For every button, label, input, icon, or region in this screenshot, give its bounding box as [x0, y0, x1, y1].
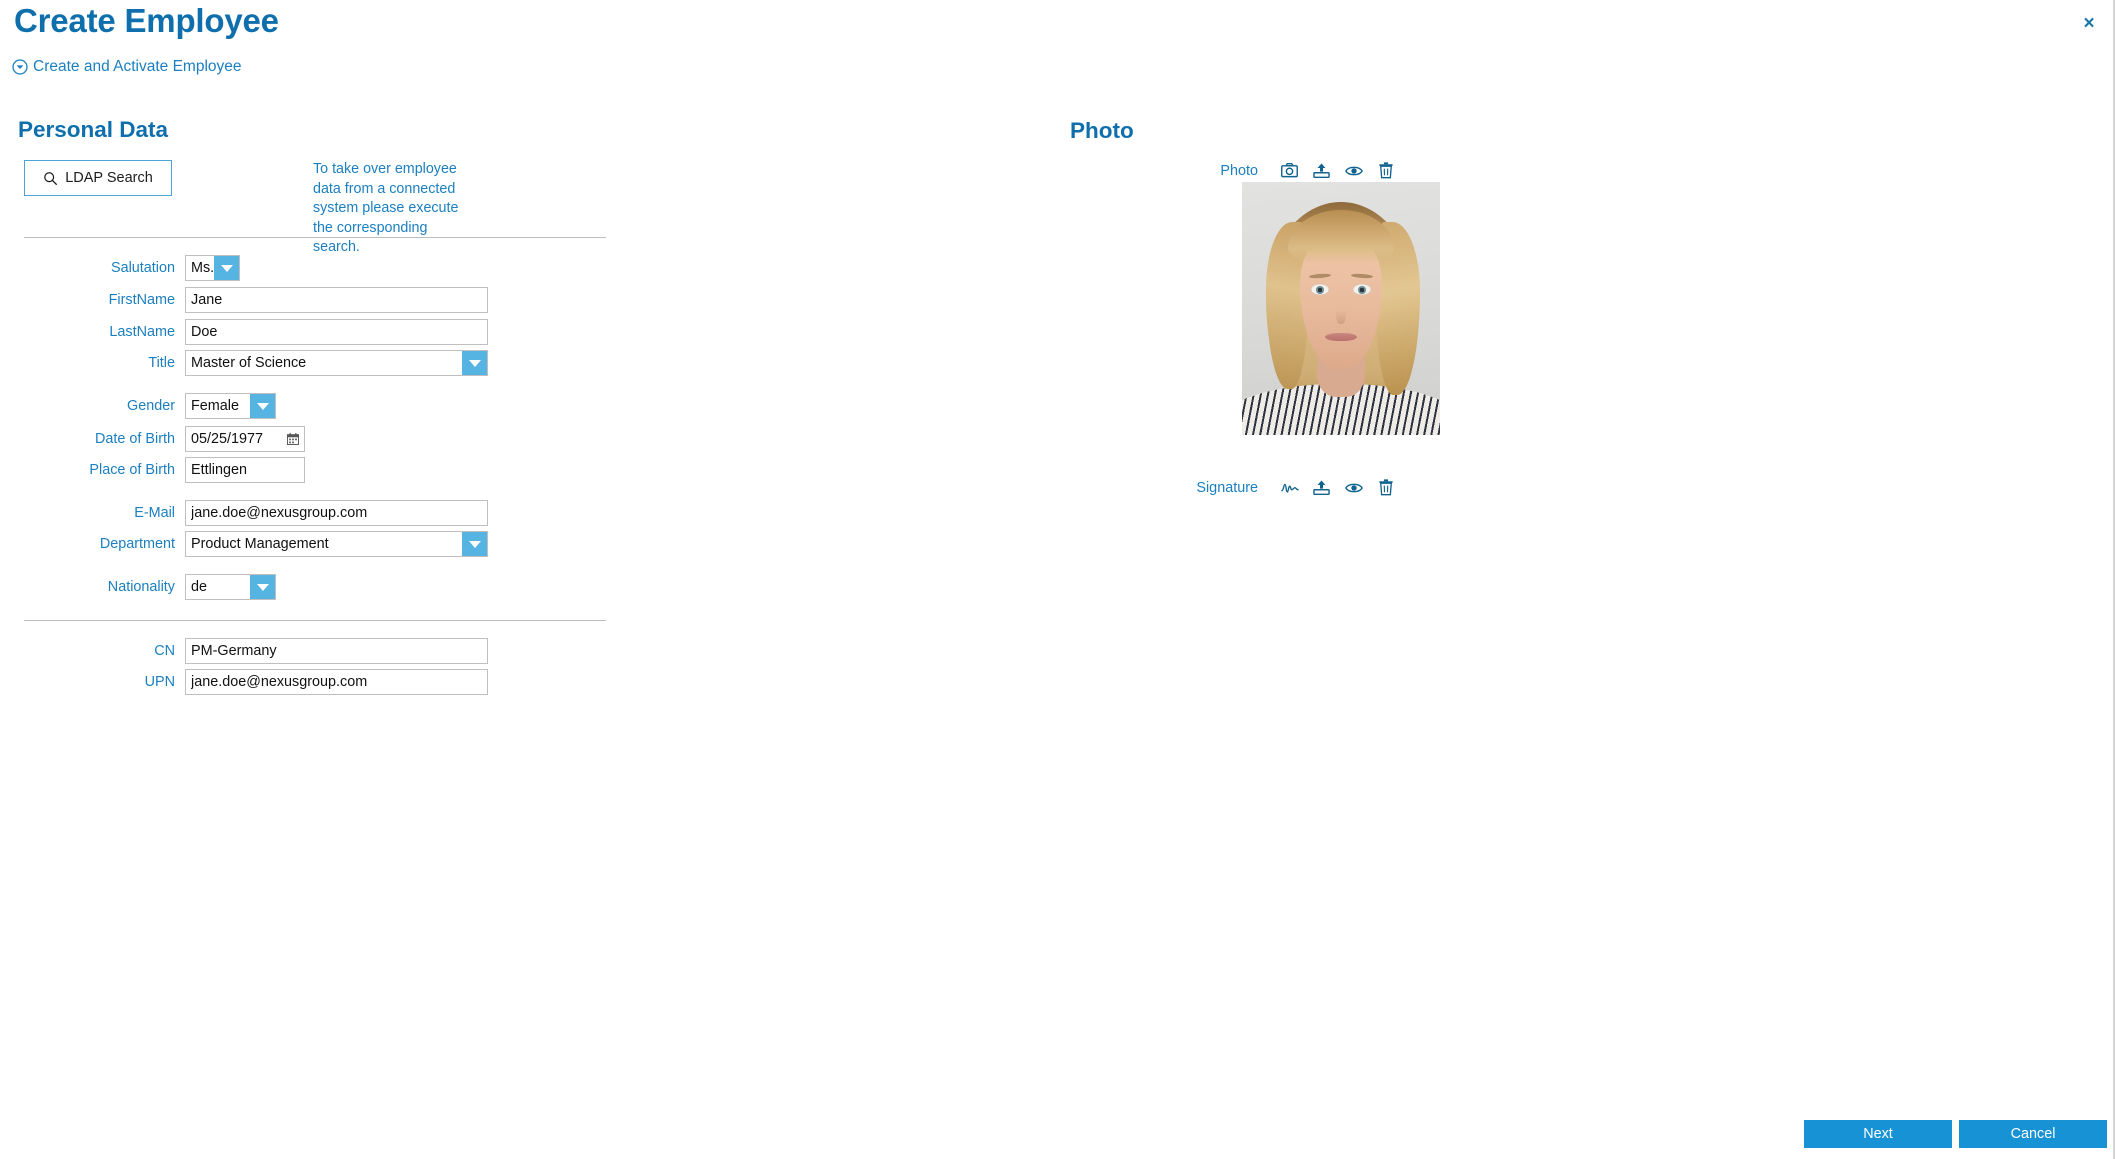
field-row-firstname: FirstName	[0, 287, 488, 313]
control-place-of-birth[interactable]	[185, 457, 305, 483]
control-lastname[interactable]	[185, 319, 488, 345]
field-row-department: Department Product Management	[0, 531, 488, 557]
field-row-salutation: Salutation Ms.	[0, 255, 276, 281]
lastname-input[interactable]	[185, 319, 488, 345]
control-date-of-birth[interactable]	[185, 426, 305, 452]
signature-icon-group	[1280, 478, 1395, 497]
chevron-down-icon[interactable]	[462, 351, 487, 375]
create-employee-dialog: Create Employee Create and Activate Empl…	[0, 0, 2115, 1159]
label-salutation: Salutation	[110, 260, 175, 276]
trash-icon[interactable]	[1376, 478, 1395, 497]
field-row-email: E-Mail	[0, 500, 488, 526]
label-place-of-birth: Place of Birth	[89, 462, 175, 478]
calendar-icon[interactable]	[286, 433, 300, 446]
email-input[interactable]	[185, 500, 488, 526]
label-department: Department	[99, 536, 175, 552]
control-firstname[interactable]	[185, 287, 488, 313]
field-row-place-of-birth: Place of Birth	[0, 457, 305, 483]
value-salutation: Ms.	[191, 260, 215, 276]
employee-photo	[1242, 182, 1440, 435]
close-icon[interactable]: ×	[2078, 12, 2100, 34]
search-icon	[43, 171, 58, 186]
ldap-hint-text: To take over employee data from a connec…	[313, 161, 459, 256]
signature-field-label: Signature	[1196, 479, 1258, 496]
label-date-of-birth: Date of Birth	[95, 431, 175, 447]
upn-input[interactable]	[185, 669, 488, 695]
chevron-down-circle-icon	[12, 59, 28, 75]
chevron-down-icon[interactable]	[214, 256, 240, 280]
photo-icon-group	[1280, 161, 1395, 180]
photo-field-label: Photo	[1220, 162, 1258, 179]
chevron-down-icon[interactable]	[250, 394, 275, 418]
ldap-search-label: LDAP Search	[65, 170, 153, 186]
chevron-down-icon[interactable]	[462, 532, 487, 556]
divider-top	[24, 237, 606, 238]
chevron-down-icon[interactable]	[250, 575, 275, 599]
cancel-button[interactable]: Cancel	[1959, 1120, 2107, 1148]
value-nationality: de	[191, 579, 208, 595]
label-firstname: FirstName	[108, 292, 175, 308]
next-button[interactable]: Next	[1804, 1120, 1952, 1148]
label-gender: Gender	[127, 398, 175, 414]
control-upn[interactable]	[185, 669, 488, 695]
value-department: Product Management	[191, 536, 329, 552]
firstname-input[interactable]	[185, 287, 488, 313]
ldap-search-button[interactable]: LDAP Search	[24, 160, 172, 196]
control-title[interactable]: Master of Science	[185, 350, 488, 376]
field-row-upn: UPN	[0, 669, 488, 695]
cn-input[interactable]	[185, 638, 488, 664]
personal-data-heading: Personal Data	[18, 117, 169, 142]
control-department[interactable]: Product Management	[185, 531, 488, 557]
label-nationality: Nationality	[107, 579, 175, 595]
label-title: Title	[148, 355, 175, 371]
divider-bottom	[24, 620, 606, 621]
control-cn[interactable]	[185, 638, 488, 664]
field-row-gender: Gender Female	[0, 393, 276, 419]
field-row-title: Title Master of Science	[0, 350, 488, 376]
photo-heading: Photo	[1070, 118, 1134, 143]
field-row-lastname: LastName	[0, 319, 488, 345]
control-salutation[interactable]: Ms.	[185, 255, 276, 281]
create-and-activate-employee-link[interactable]: Create and Activate Employee	[12, 58, 242, 76]
eye-icon[interactable]	[1344, 161, 1363, 180]
signature-actions-row: Signature	[1150, 478, 1395, 497]
label-cn: CN	[154, 643, 175, 659]
page-title: Create Employee	[14, 2, 279, 39]
label-upn: UPN	[144, 674, 175, 690]
upload-icon[interactable]	[1312, 478, 1331, 497]
field-row-date-of-birth: Date of Birth	[0, 426, 305, 452]
field-row-cn: CN	[0, 638, 488, 664]
eye-icon[interactable]	[1344, 478, 1363, 497]
upload-icon[interactable]	[1312, 161, 1331, 180]
label-lastname: LastName	[109, 324, 175, 340]
control-nationality[interactable]: de	[185, 574, 276, 600]
signature-icon[interactable]	[1280, 478, 1299, 497]
control-gender[interactable]: Female	[185, 393, 276, 419]
value-gender: Female	[191, 398, 239, 414]
subtitle-label: Create and Activate Employee	[33, 58, 242, 75]
value-title: Master of Science	[191, 355, 307, 371]
photo-actions-row: Photo	[1150, 161, 1395, 180]
field-row-nationality: Nationality de	[0, 574, 276, 600]
control-email[interactable]	[185, 500, 488, 526]
trash-icon[interactable]	[1376, 161, 1395, 180]
place-of-birth-input[interactable]	[185, 457, 305, 483]
label-email: E-Mail	[134, 505, 175, 521]
camera-icon[interactable]	[1280, 161, 1299, 180]
